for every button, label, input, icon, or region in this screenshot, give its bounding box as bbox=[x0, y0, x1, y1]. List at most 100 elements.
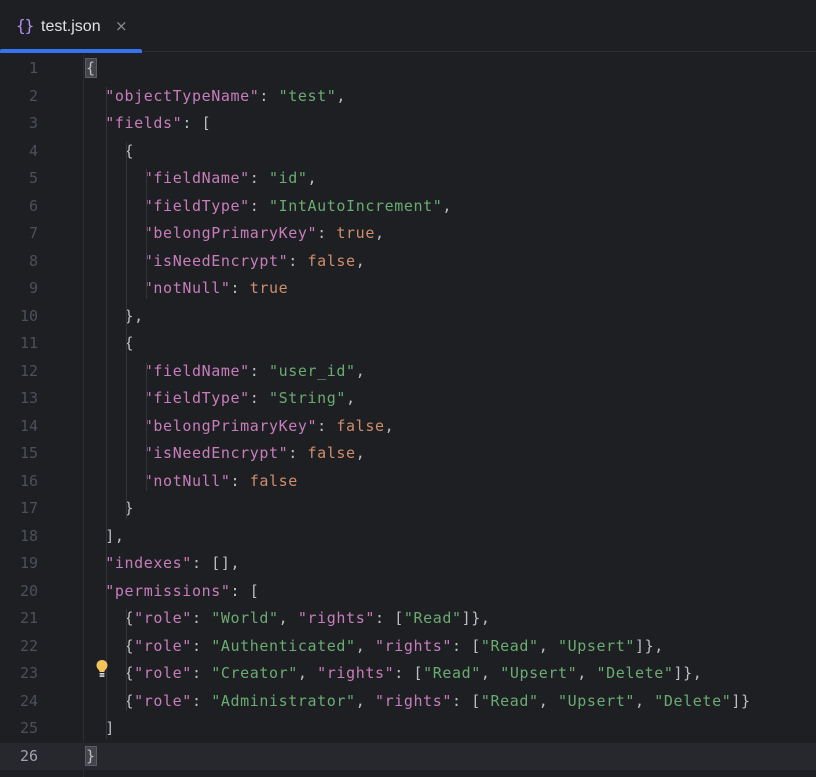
code-text[interactable]: ] bbox=[86, 715, 115, 743]
close-icon[interactable]: × bbox=[115, 16, 128, 36]
code-token: "isNeedEncrypt" bbox=[143, 251, 289, 270]
code-text[interactable]: "isNeedEncrypt": false, bbox=[86, 440, 365, 468]
line-number[interactable]: 20 bbox=[0, 578, 38, 606]
code-text[interactable]: {"role": "Authenticated", "rights": ["Re… bbox=[86, 633, 664, 661]
line-number[interactable]: 1 bbox=[0, 55, 38, 83]
line-number[interactable]: 23 bbox=[0, 660, 38, 688]
code-text[interactable]: "objectTypeName": "test", bbox=[86, 83, 346, 111]
editor-tab-bar: {} test.json × bbox=[0, 0, 816, 53]
line-number[interactable]: 26 bbox=[0, 743, 38, 771]
code-text[interactable]: "fieldType": "IntAutoIncrement", bbox=[86, 193, 452, 221]
code-text[interactable]: "fieldName": "id", bbox=[86, 165, 317, 193]
code-token: "Read" bbox=[423, 664, 481, 682]
line-number[interactable]: 13 bbox=[0, 385, 38, 413]
code-line[interactable]: 22 {"role": "Authenticated", "rights": [… bbox=[0, 633, 816, 661]
code-line[interactable]: 18 ], bbox=[0, 523, 816, 551]
code-text[interactable]: } bbox=[85, 743, 97, 771]
code-token: "fieldName" bbox=[143, 169, 250, 187]
code-line[interactable]: 6 "fieldType": "IntAutoIncrement", bbox=[0, 193, 816, 221]
code-line[interactable]: 17 } bbox=[0, 495, 816, 523]
line-number[interactable]: 3 bbox=[0, 110, 38, 138]
code-token: "role" bbox=[134, 664, 192, 682]
line-number[interactable]: 22 bbox=[0, 633, 38, 661]
code-token: , bbox=[442, 196, 453, 215]
code-text[interactable]: }, bbox=[86, 303, 144, 331]
lightbulb-icon[interactable] bbox=[95, 659, 109, 679]
line-number[interactable]: 6 bbox=[0, 193, 38, 221]
code-token: "rights" bbox=[317, 664, 395, 682]
code-line[interactable]: 16 "notNull": false bbox=[0, 468, 816, 496]
code-line[interactable]: 23 {"role": "Creator", "rights": ["Read"… bbox=[0, 660, 816, 688]
code-line[interactable]: 1{ bbox=[0, 55, 816, 83]
code-line[interactable]: 12 "fieldName": "user_id", bbox=[0, 358, 816, 386]
code-line[interactable]: 13 "fieldType": "String", bbox=[0, 385, 816, 413]
code-token: ]}, bbox=[461, 609, 491, 627]
line-number[interactable]: 21 bbox=[0, 605, 38, 633]
line-number[interactable]: 9 bbox=[0, 275, 38, 303]
line-number[interactable]: 11 bbox=[0, 330, 38, 358]
code-line[interactable]: 3 "fields": [ bbox=[0, 110, 816, 138]
code-line[interactable]: 2 "objectTypeName": "test", bbox=[0, 83, 816, 111]
code-token: : [ bbox=[452, 691, 481, 710]
code-line[interactable]: 21 {"role": "World", "rights": ["Read"]}… bbox=[0, 605, 816, 633]
line-number[interactable]: 24 bbox=[0, 688, 38, 716]
code-line[interactable]: 5 "fieldName": "id", bbox=[0, 165, 816, 193]
line-number[interactable]: 5 bbox=[0, 165, 38, 193]
code-line[interactable]: 15 "isNeedEncrypt": false, bbox=[0, 440, 816, 468]
code-token: , bbox=[307, 169, 318, 187]
code-line[interactable]: 7 "belongPrimaryKey": true, bbox=[0, 220, 816, 248]
line-number[interactable]: 4 bbox=[0, 138, 38, 166]
tab-test-json[interactable]: {} test.json × bbox=[0, 0, 142, 53]
code-token: "Creator" bbox=[211, 664, 298, 682]
code-token: true bbox=[249, 279, 289, 297]
code-token: : bbox=[230, 471, 250, 490]
code-line[interactable]: 24 {"role": "Administrator", "rights": [… bbox=[0, 688, 816, 716]
code-line[interactable]: 14 "belongPrimaryKey": false, bbox=[0, 413, 816, 441]
line-number[interactable]: 25 bbox=[0, 715, 38, 743]
code-line[interactable]: 8 "isNeedEncrypt": false, bbox=[0, 248, 816, 276]
code-text[interactable]: "notNull": true bbox=[86, 275, 288, 303]
code-token: , bbox=[635, 691, 655, 710]
code-line[interactable]: 9 "notNull": true bbox=[0, 275, 816, 303]
line-number[interactable]: 7 bbox=[0, 220, 38, 248]
code-token: "Delete" bbox=[654, 691, 732, 710]
code-text[interactable]: "isNeedEncrypt": false, bbox=[86, 248, 365, 276]
line-number[interactable]: 2 bbox=[0, 83, 38, 111]
line-number[interactable]: 17 bbox=[0, 495, 38, 523]
line-number[interactable]: 15 bbox=[0, 440, 38, 468]
code-line[interactable]: 26} bbox=[0, 742, 816, 771]
code-line[interactable]: 10 }, bbox=[0, 303, 816, 331]
code-text[interactable]: "notNull": false bbox=[86, 468, 298, 496]
code-text[interactable]: "indexes": [], bbox=[86, 550, 240, 578]
code-token: "fieldType" bbox=[143, 196, 250, 215]
code-text[interactable]: "permissions": [ bbox=[86, 578, 259, 606]
code-token: , bbox=[336, 86, 347, 105]
code-line[interactable]: 19 "indexes": [], bbox=[0, 550, 816, 578]
code-token: "id" bbox=[269, 169, 308, 187]
code-text[interactable]: {"role": "Administrator", "rights": ["Re… bbox=[86, 688, 751, 716]
code-text[interactable]: { bbox=[85, 55, 97, 83]
code-line[interactable]: 25 ] bbox=[0, 715, 816, 743]
code-text[interactable]: {"role": "World", "rights": ["Read"]}, bbox=[86, 605, 491, 633]
code-token: "role" bbox=[134, 609, 192, 627]
code-text[interactable]: "belongPrimaryKey": true, bbox=[86, 220, 385, 248]
line-number[interactable]: 14 bbox=[0, 413, 38, 441]
code-token: "objectTypeName" bbox=[105, 86, 260, 105]
code-text[interactable]: "fieldName": "user_id", bbox=[86, 358, 365, 386]
line-number[interactable]: 18 bbox=[0, 523, 38, 551]
code-text[interactable]: "belongPrimaryKey": false, bbox=[86, 413, 394, 441]
code-editor[interactable]: 1{2 "objectTypeName": "test", 3 "fields":… bbox=[0, 55, 816, 777]
code-line[interactable]: 4 { bbox=[0, 138, 816, 166]
code-text[interactable]: "fields": [ bbox=[86, 110, 211, 138]
line-number[interactable]: 16 bbox=[0, 468, 38, 496]
line-number[interactable]: 12 bbox=[0, 358, 38, 386]
code-text[interactable]: {"role": "Creator", "rights": ["Read", "… bbox=[86, 660, 702, 688]
line-number[interactable]: 10 bbox=[0, 303, 38, 331]
code-token: ]}, bbox=[673, 664, 703, 682]
line-number[interactable]: 8 bbox=[0, 248, 38, 276]
code-token: : bbox=[288, 251, 308, 270]
line-number[interactable]: 19 bbox=[0, 550, 38, 578]
code-line[interactable]: 20 "permissions": [ bbox=[0, 578, 816, 606]
code-line[interactable]: 11 { bbox=[0, 330, 816, 358]
